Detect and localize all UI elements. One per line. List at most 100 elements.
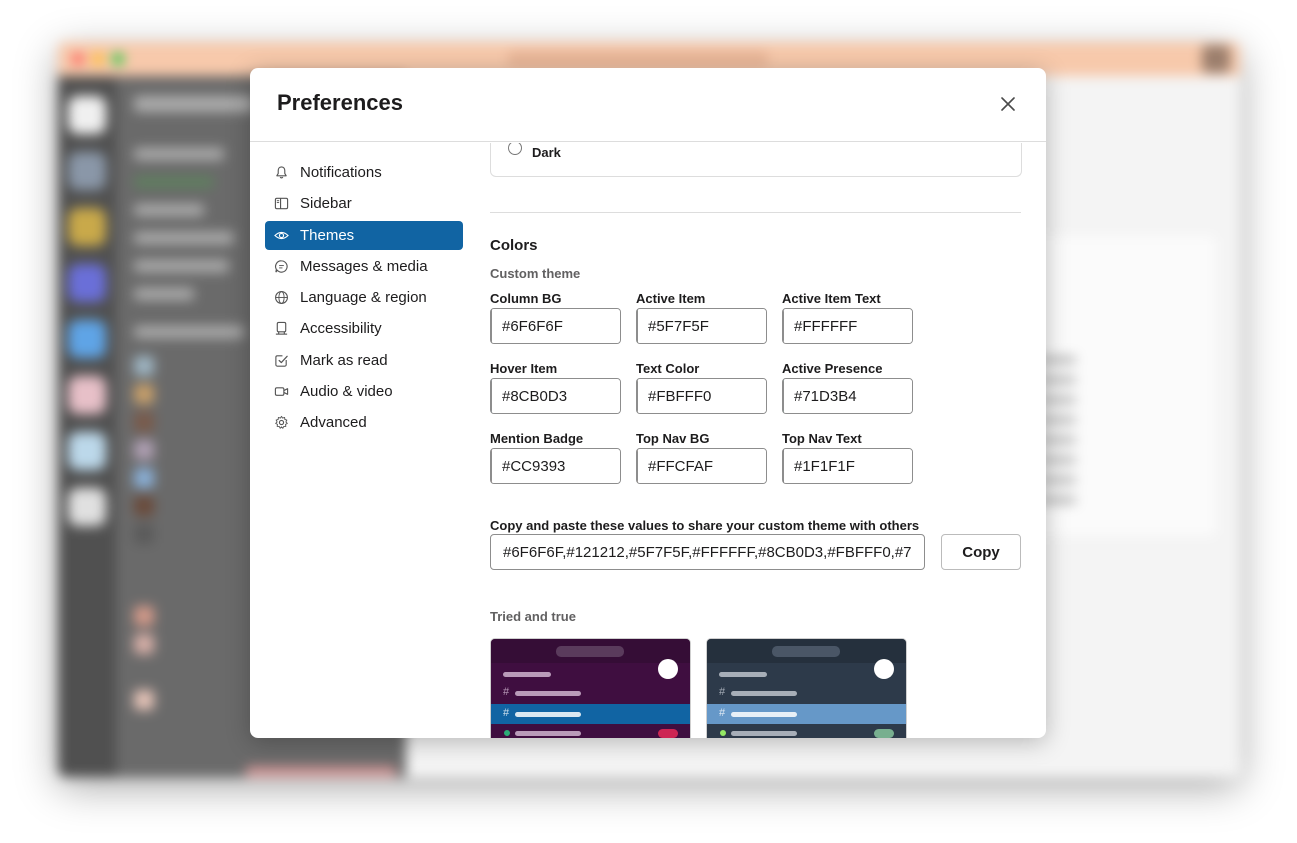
hex-input[interactable] [492, 449, 620, 483]
swatch-box [490, 378, 621, 414]
colors-heading: Colors [490, 237, 538, 254]
app-user-avatar [1202, 45, 1230, 73]
sidebar-row [134, 148, 224, 160]
sidebar-avatar [134, 524, 154, 544]
sidebar-icon [273, 195, 290, 212]
theme-preview-line [731, 731, 797, 736]
theme-preview-search [772, 646, 840, 657]
workspace-tile [68, 152, 106, 190]
hex-input[interactable] [784, 379, 912, 413]
sidebar-avatar [134, 690, 154, 710]
copy-button[interactable]: Copy [941, 534, 1021, 570]
theme-preview-hash: # [719, 707, 726, 719]
theme-preview-line [719, 672, 767, 677]
swatch-label: Column BG [490, 291, 562, 306]
app-details-card [1016, 236, 1216, 536]
accessibility-icon [273, 320, 290, 337]
swatch-box [636, 378, 767, 414]
modal-header: Preferences [250, 68, 1046, 142]
nav-item-label: Notifications [300, 164, 382, 181]
hex-input[interactable] [492, 379, 620, 413]
swatch-top-nav-text: Top Nav Text [782, 431, 913, 484]
nav-item-themes[interactable]: Themes [265, 220, 463, 250]
close-button[interactable] [992, 90, 1024, 118]
theme-preview-line [731, 691, 797, 696]
sidebar-avatar [134, 384, 154, 404]
theme-preview-hash: # [503, 707, 510, 719]
bell-icon [273, 164, 290, 181]
workspace-tile [68, 432, 106, 470]
hex-input[interactable] [638, 449, 766, 483]
nav-item-label: Themes [300, 226, 355, 244]
workspace-tile [68, 320, 106, 358]
swatch-box [782, 308, 913, 344]
share-theme-label: Copy and paste these values to share you… [490, 518, 920, 533]
nav-item-label: Mark as read [300, 351, 388, 369]
hex-input[interactable] [638, 309, 766, 343]
swatch-label: Text Color [636, 361, 700, 376]
theme-preview-active-row: # [491, 704, 690, 724]
nav-item-audio-video[interactable]: Audio & video [265, 377, 463, 406]
nav-item-label: Messages & media [300, 257, 428, 275]
theme-preview-hash: # [503, 686, 510, 698]
sidebar-row [134, 260, 229, 272]
theme-radio[interactable] [874, 659, 894, 679]
appearance-dark-option[interactable]: Dark [490, 143, 1022, 177]
sidebar-avatar [134, 496, 154, 516]
workspace-tile [68, 376, 106, 414]
theme-preview-presence-dot [720, 730, 726, 736]
sidebar-avatar [134, 606, 154, 626]
sidebar-avatar [134, 412, 154, 432]
hex-input[interactable] [784, 309, 912, 343]
theme-radio[interactable] [658, 659, 678, 679]
nav-item-accessibility[interactable]: Accessibility [265, 314, 463, 343]
theme-preview-search [556, 646, 624, 657]
nav-item-sidebar[interactable]: Sidebar [265, 189, 463, 218]
nav-item-notifications[interactable]: Notifications [265, 158, 463, 187]
modal-title: Preferences [277, 90, 403, 115]
theme-preview-top [491, 639, 690, 663]
nav-item-label: Audio & video [300, 383, 393, 401]
swatch-active-item: Active Item [636, 291, 767, 344]
theme-preview-aubergine[interactable]: # # [490, 638, 691, 738]
check-square-icon [273, 352, 290, 369]
workspace-rail [58, 76, 116, 777]
swatch-box [782, 448, 913, 484]
custom-theme-label: Custom theme [490, 266, 581, 281]
swatch-box [636, 308, 767, 344]
nav-item-label: Advanced [300, 414, 367, 432]
nav-item-label: Language & region [300, 289, 427, 307]
nav-item-mark-as-read[interactable]: Mark as read [265, 346, 463, 375]
video-icon [273, 383, 290, 400]
nav-item-messages-media[interactable]: Messages & media [265, 252, 463, 281]
sidebar-avatar [134, 440, 154, 460]
swatch-label: Active Item Text [782, 291, 881, 306]
window-zoom-dot [112, 53, 124, 65]
section-divider [490, 212, 1021, 213]
swatch-box [490, 448, 621, 484]
theme-preview-badge [874, 729, 894, 738]
theme-preview-line [503, 672, 551, 677]
sidebar-row [134, 288, 194, 300]
theme-preview-hoth[interactable]: # # [706, 638, 907, 738]
hex-input[interactable] [784, 449, 912, 483]
theme-preview-top [707, 639, 906, 663]
dark-radio[interactable] [508, 143, 522, 155]
theme-preview-line [515, 691, 581, 696]
gear-icon [273, 414, 290, 431]
workspace-tile [68, 264, 106, 302]
hex-input[interactable] [638, 379, 766, 413]
swatch-active-item-text: Active Item Text [782, 291, 913, 344]
swatch-label: Hover Item [490, 361, 558, 376]
theme-preview-line [731, 712, 797, 717]
sidebar-row [134, 232, 234, 244]
message-icon [273, 258, 290, 275]
sidebar-row [134, 204, 204, 216]
theme-values-input[interactable] [490, 534, 925, 570]
window-close-dot [72, 53, 84, 65]
swatch-column-bg: Column BG [490, 291, 621, 344]
theme-preview-badge [658, 729, 678, 738]
nav-item-advanced[interactable]: Advanced [265, 408, 463, 437]
hex-input[interactable] [492, 309, 620, 343]
nav-item-language-region[interactable]: Language & region [265, 283, 463, 312]
